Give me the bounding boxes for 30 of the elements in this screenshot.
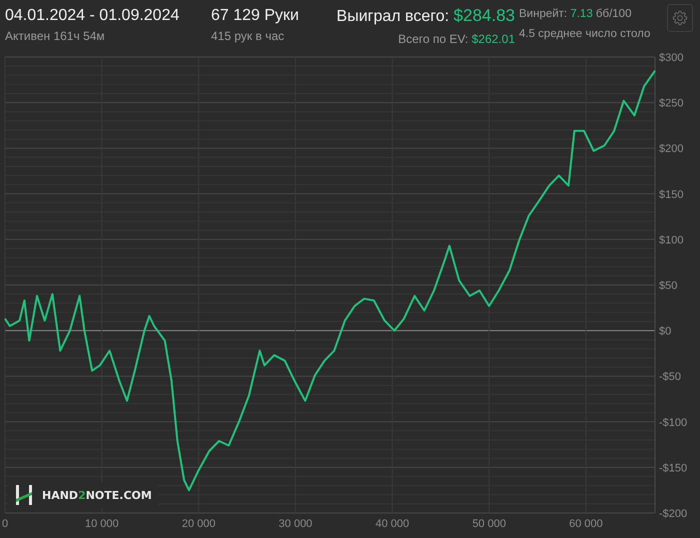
logo-icon (14, 485, 34, 505)
x-axis-label: 20 000 (182, 518, 216, 530)
y-axis-label: $300 (659, 52, 684, 64)
y-axis-label: -$50 (659, 371, 682, 384)
settings-icon (672, 10, 688, 26)
y-axis-label: -$150 (659, 462, 688, 474)
y-axis-label: -$100 (659, 416, 688, 429)
x-axis-label: 60 000 (569, 518, 603, 530)
x-axis-label: 0 (2, 518, 8, 530)
date-range: 04.01.2024 - 01.09.2024 (5, 6, 180, 25)
y-axis-label: $150 (659, 188, 684, 201)
y-axis-label: $100 (659, 234, 684, 246)
won-total: Выиграл всего: $284.83 (336, 6, 515, 26)
y-axis-label: $50 (659, 280, 678, 292)
active-time: Активен 161ч 54м (5, 28, 106, 44)
y-axis-label: $0 (659, 326, 672, 338)
settings-button[interactable] (667, 4, 693, 32)
x-axis-label: 30 000 (278, 518, 312, 530)
winrate: Винрейт: 7.13 бб/100 (519, 7, 632, 22)
logo-text: HAND2NOTE.COM (42, 488, 152, 502)
y-axis-label: $250 (659, 98, 684, 110)
hands-per-hour: 415 рук в час (211, 28, 286, 44)
average-tables: 4.5 среднее число столо (519, 26, 667, 43)
ev-total: Всего по EV: $262.01 (398, 31, 515, 47)
hands-count: 67 129 Руки (211, 6, 300, 25)
x-axis-label: 50 000 (472, 518, 506, 530)
y-axis-label: $200 (659, 143, 684, 156)
x-axis-label: 40 000 (375, 518, 410, 530)
x-axis-label: 10 000 (85, 518, 119, 530)
y-axis-label: -$200 (659, 508, 688, 520)
